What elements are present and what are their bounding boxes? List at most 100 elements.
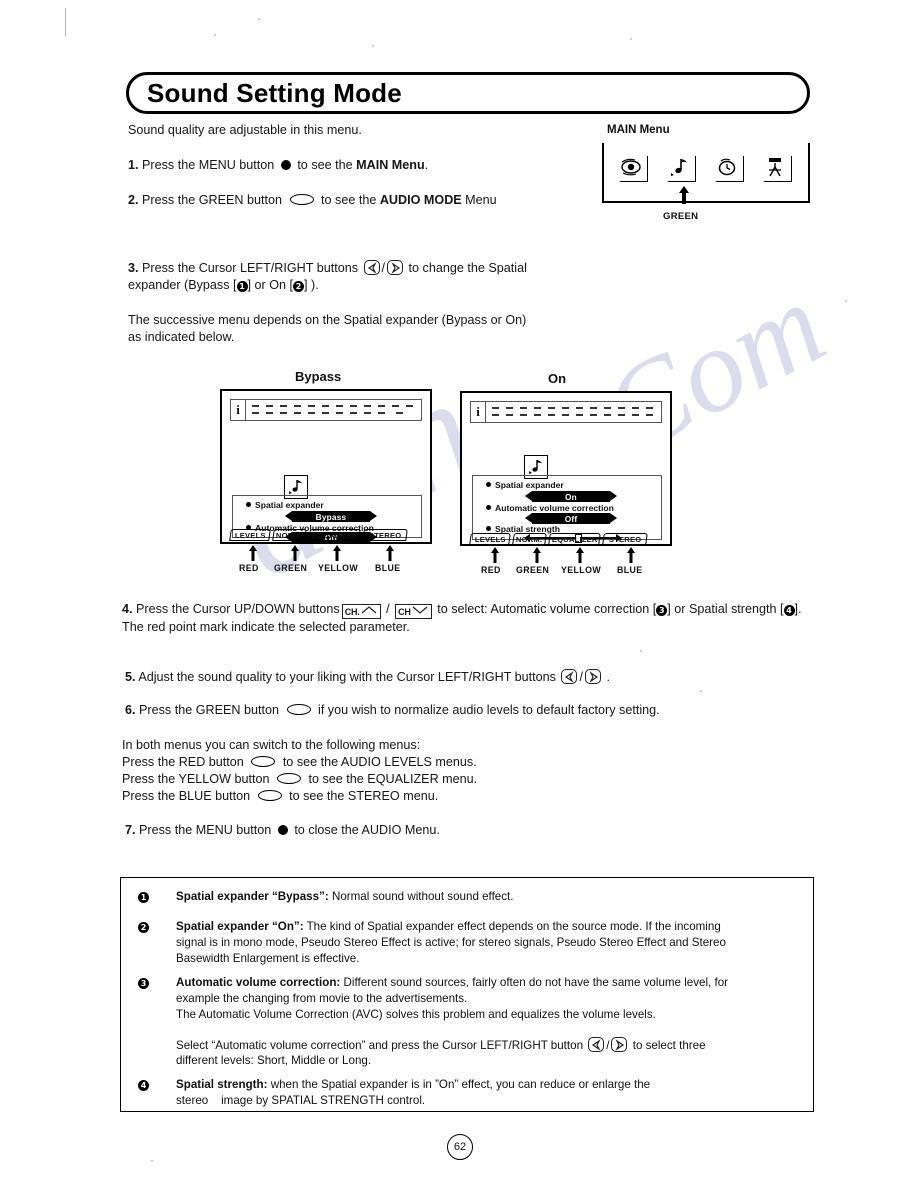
note-ref-3: 3 (656, 605, 668, 616)
step-7-post: to close the AUDIO Menu. (294, 823, 440, 837)
screen-bypass-tabs: LEVELS NORM. EQUALIZER STEREO (229, 529, 408, 541)
step-6: 6. Press the GREEN button if you wish to… (125, 702, 745, 719)
step-2-bold: AUDIO MODE (379, 193, 462, 207)
screen-on-row-1-left-arrow-icon (525, 513, 532, 523)
scan-speck (214, 34, 216, 36)
footnotes-box: 1 Spatial expander “Bypass”: Normal soun… (120, 877, 814, 1112)
screen-on-color-green: GREEN (516, 565, 550, 575)
step-3-line2-a: expander (Bypass [ (128, 278, 237, 292)
screen-bypass-color-yellow: YELLOW (318, 563, 359, 573)
scan-speck (640, 650, 642, 652)
page-title: Sound Setting Mode (147, 77, 402, 108)
step-5-text: Adjust the sound quality to your liking … (138, 670, 556, 684)
row-label-text: Spatial expander (255, 500, 324, 510)
step-1-post: to see the (297, 158, 357, 172)
footnote-1-line-0: Normal sound without sound effect. (331, 890, 514, 903)
screen-on-color-blue: BLUE (617, 565, 643, 575)
menu-dot-button-icon (280, 160, 291, 170)
step-3-line2-c: ] ). (304, 278, 319, 292)
cursor-left-button-icon (588, 1037, 605, 1052)
tab-levels[interactable]: LEVELS (469, 533, 511, 545)
footnote-4-bold: Spatial strength: (176, 1078, 268, 1091)
page-number-text: 62 (453, 1141, 467, 1153)
tab-stereo[interactable]: STEREO (362, 529, 408, 541)
screen-on-row-0-right-arrow-icon (610, 491, 617, 501)
eye-picture-icon (620, 156, 648, 182)
tab-equalizer[interactable]: EQUALIZER (548, 533, 601, 545)
screen-bypass-color-blue: BLUE (375, 563, 401, 573)
screen-bypass: i Spatial expander Bypass Automatic volu… (220, 389, 432, 544)
tab-norm[interactable]: NORM. (512, 533, 547, 545)
footnote-3-line-0: Different sound sources, fairly often do… (343, 976, 729, 989)
successive-line-2: as indicated below. (128, 330, 235, 344)
step-1: 1. Press the MENU button to see the MAIN… (128, 157, 598, 174)
switch-yellow-post: to see the EQUALIZER menu. (308, 772, 478, 786)
footnote-3-extra: Select “Automatic volume correction” and… (176, 1037, 706, 1052)
screen-on-color-yellow: YELLOW (561, 565, 602, 575)
footnote-3-bold: Automatic volume correction: (176, 976, 341, 989)
step-7: 7. Press the MENU button to close the AU… (125, 822, 645, 839)
step-5-number: 5. (125, 670, 136, 684)
screen-on-infobar: i (470, 401, 662, 423)
step-4-number: 4. (122, 602, 133, 616)
footnote-3-extra-tail: to select three (632, 1039, 706, 1052)
step-2-post: to see the (321, 193, 380, 207)
scan-artifact-line (65, 8, 66, 36)
menu-dot-button-icon (277, 825, 288, 835)
step-6-number: 6. (125, 703, 136, 717)
screen-bypass-row-0-right-arrow-icon (370, 511, 377, 521)
row-label-text: Spatial expander (495, 480, 564, 490)
switch-line-red: Press the RED button to see the AUDIO LE… (122, 754, 642, 771)
screen-on-color-red: RED (481, 565, 501, 575)
footnote-4: Spatial strength: when the Spatial expan… (176, 1077, 804, 1093)
step-6-post: if you wish to normalize audio levels to… (318, 703, 660, 717)
tab-levels[interactable]: LEVELS (229, 529, 271, 541)
screen-bypass-color-red: RED (239, 563, 259, 573)
blue-oval-button-icon (257, 790, 282, 801)
scan-speck (258, 18, 260, 20)
step-2-pre: Press the GREEN button (142, 193, 283, 207)
step-6-pre: Press the GREEN button (139, 703, 280, 717)
footnote-3-line-1: example the changing from movie to the a… (176, 992, 468, 1005)
manual-page: alsh Com Sound Setting Mode Sound qualit… (0, 0, 918, 1188)
scan-speck (845, 300, 847, 302)
footnote-3-extra-line-1: different levels: Short, Middle or Long. (176, 1054, 372, 1067)
switch-blue-post: to see the STEREO menu. (289, 789, 439, 803)
footnote-4-marker: 4 (138, 1079, 149, 1091)
screen-on-row-0-left-arrow-icon (525, 491, 532, 501)
step-4-part3: ] or Spatial strength [ (667, 602, 784, 616)
screen-on-dashes (486, 402, 661, 422)
switch-red-pre: Press the RED button (122, 755, 244, 769)
tab-norm[interactable]: NORM. (272, 529, 307, 541)
successive-line-1: The successive menu depends on the Spati… (128, 313, 527, 327)
note-ref-1: 1 (236, 281, 248, 292)
screen-on-row-0-label: Spatial expander (486, 480, 564, 490)
tab-stereo[interactable]: STEREO (602, 533, 648, 545)
cursor-right-button-icon (387, 260, 404, 275)
footnote-2-bold: Spatial expander “On”: (176, 920, 304, 933)
screen-on-caption: On (548, 371, 567, 386)
footnote-3-marker: 3 (138, 977, 149, 989)
ch-up-button-icon: CH. (341, 604, 381, 619)
footnote-2-marker: 2 (138, 921, 149, 933)
note-ref-4: 4 (783, 605, 795, 616)
tab-equalizer[interactable]: EQUALIZER (308, 529, 361, 541)
footnote-2: Spatial expander “On”: The kind of Spati… (176, 919, 801, 935)
green-pointer-arrow-icon (678, 186, 690, 209)
clock-timer-icon (716, 156, 744, 182)
row-bullet-icon (246, 502, 251, 507)
step-4-line2: The red point mark indicate the selected… (122, 620, 410, 634)
step-4-part4: ]. (794, 602, 802, 616)
red-oval-button-icon (251, 756, 276, 767)
screen-on-tabs: LEVELS NORM. EQUALIZER STEREO (469, 533, 648, 545)
footnote-4-line-0: when the Spatial expander is in ”On” eff… (270, 1078, 651, 1091)
screen-bypass-caption: Bypass (295, 369, 342, 384)
page-number: 62 (447, 1134, 473, 1160)
step-2: 2. Press the GREEN button to see the AUD… (128, 192, 608, 209)
step-3-number: 3. (128, 261, 139, 275)
footnote-3-line-2: The Automatic Volume Correction (AVC) so… (176, 1008, 656, 1021)
cursor-left-button-icon (561, 669, 578, 684)
scan-speck (630, 38, 632, 40)
main-menu-diagram-box (602, 143, 810, 203)
scan-speck (700, 690, 702, 692)
